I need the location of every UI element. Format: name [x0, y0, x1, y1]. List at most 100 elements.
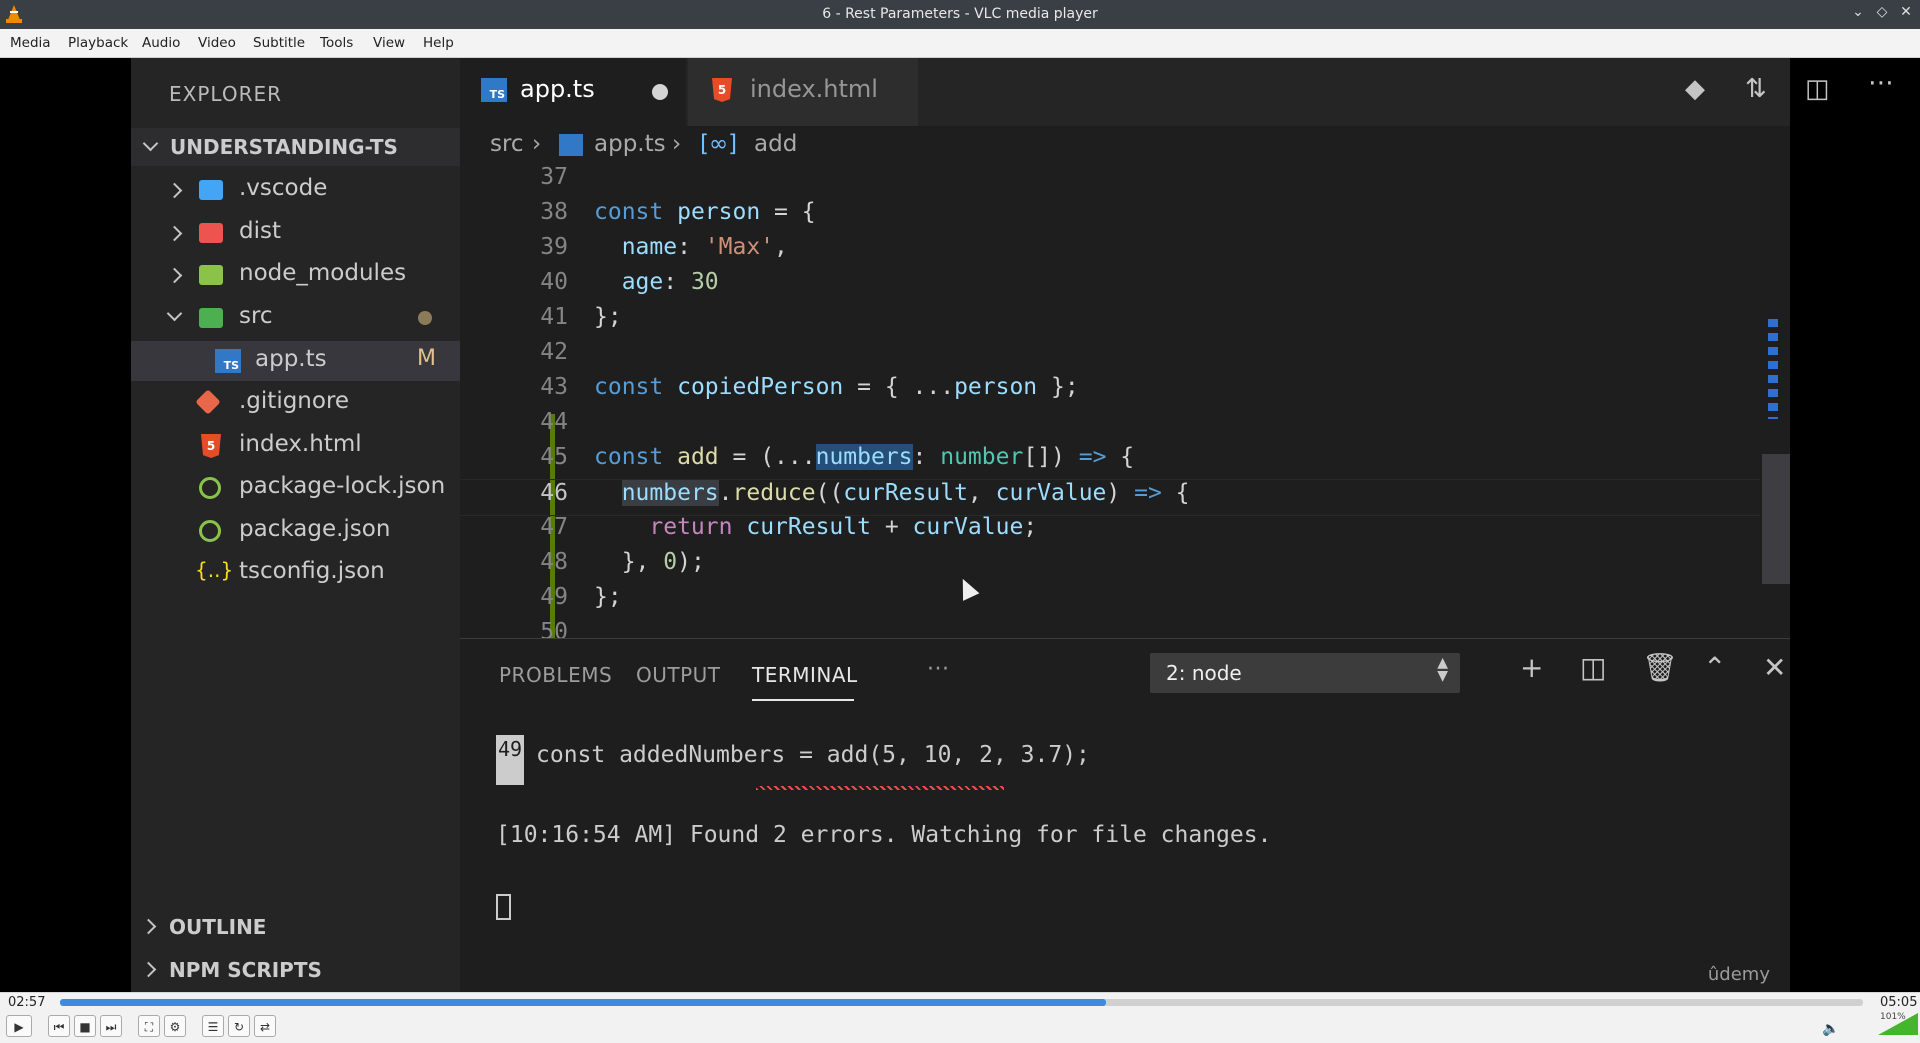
stop-button[interactable]: ■ — [74, 1015, 96, 1037]
play-button[interactable]: ▶ — [6, 1015, 32, 1037]
tree-item-dist: dist — [131, 213, 460, 253]
tree-item-label: package-lock.json — [239, 473, 446, 499]
vscode-folder-icon — [199, 180, 223, 200]
tree-item-label: .gitignore — [239, 388, 350, 414]
node-folder-icon — [199, 265, 223, 285]
editor-tabs: TS app.ts 5 index.html ◆ ⇅ ◫ ⋯ — [460, 58, 1894, 126]
explorer-header: EXPLORER — [169, 82, 282, 106]
git-compare-icon: ◆ — [1685, 74, 1705, 104]
menu-media[interactable]: Media — [10, 35, 51, 51]
tree-item-label: dist — [239, 218, 281, 244]
menu-help[interactable]: Help — [423, 35, 454, 51]
terminal-line-number: 49 — [496, 735, 524, 785]
tree-item-tsconfig: {..} tsconfig.json — [131, 553, 460, 593]
code-line: 41}; — [540, 304, 622, 330]
breadcrumb-file: app.ts — [594, 131, 666, 157]
split-terminal-icon: ◫ — [1580, 651, 1607, 684]
code-line: 42 — [540, 339, 568, 365]
window-title: 6 - Rest Parameters - VLC media player — [822, 6, 1098, 22]
tab-label: index.html — [750, 75, 878, 103]
error-squiggle — [756, 786, 1004, 790]
json-braces-icon: {..} — [195, 558, 234, 582]
minimap-highlight — [1768, 319, 1778, 419]
code-line-current: 46 numbers.reduce((curResult, curValue) … — [460, 479, 1760, 516]
tab-app-ts: TS app.ts — [460, 58, 686, 126]
symbol-variable-icon: [∞] — [700, 131, 738, 157]
tab-label: app.ts — [520, 75, 595, 103]
updown-arrows-icon: ▲ ▼ — [1437, 655, 1448, 684]
chevron-right-icon — [140, 961, 157, 978]
editor-scrollbar[interactable] — [1762, 454, 1790, 584]
npm-json-icon — [199, 477, 221, 499]
tree-item-label: src — [239, 303, 273, 329]
terminal-cursor — [496, 894, 511, 920]
new-terminal-icon: + — [1520, 651, 1544, 684]
seek-bar[interactable] — [60, 999, 1863, 1006]
menu-playback[interactable]: Playback — [68, 35, 128, 51]
unsaved-dot-icon — [652, 84, 668, 100]
video-area[interactable]: EXPLORER UNDERSTANDING-TS .vscode dist n… — [0, 58, 1920, 992]
speaker-icon[interactable]: 🔈 — [1822, 1021, 1839, 1037]
terminal-code-line: const addedNumbers = add(5, 10, 2, 3.7); — [536, 742, 1090, 768]
code-line: 45 const add = (...numbers: number[]) => … — [540, 444, 1135, 470]
tree-item-label: package.json — [239, 516, 391, 542]
more-tabs-icon: ··· — [927, 657, 950, 682]
active-tab-underline — [752, 699, 854, 701]
tree-item-src: src — [131, 298, 460, 338]
close-window-icon[interactable]: ✕ — [1896, 4, 1916, 20]
split-editor-icon: ◫ — [1805, 74, 1830, 104]
shuffle-button[interactable]: ⇄ — [254, 1015, 276, 1037]
code-line: 37 — [540, 164, 568, 190]
menu-video[interactable]: Video — [198, 35, 236, 51]
dist-folder-icon — [199, 223, 223, 243]
elapsed-time: 02:57 — [8, 995, 46, 1010]
more-actions-icon: ⋯ — [1868, 68, 1894, 98]
chevron-right-icon — [166, 267, 183, 284]
vscode-window: EXPLORER UNDERSTANDING-TS .vscode dist n… — [131, 58, 1894, 992]
tree-item-app-ts: TS app.ts M — [131, 341, 460, 381]
code-editor[interactable]: 37 38 const person = { 39 name: 'Max', 40… — [460, 164, 1790, 638]
breadcrumb-src: src — [490, 131, 524, 157]
typescript-file-icon — [559, 134, 583, 156]
playlist-button[interactable]: ☰ — [202, 1015, 224, 1037]
loop-button[interactable]: ↻ — [228, 1015, 250, 1037]
extended-settings-button[interactable]: ⚙ — [164, 1015, 186, 1037]
code-line: 48 }, 0); — [540, 549, 705, 575]
tree-item-label: index.html — [239, 431, 362, 457]
tree-item-label: .vscode — [239, 175, 328, 201]
tree-item-package-lock: package-lock.json — [131, 468, 460, 508]
trash-icon: 🗑 — [1642, 651, 1678, 684]
tree-item-label: node_modules — [239, 260, 407, 286]
git-icon — [195, 389, 221, 415]
code-line: 40 age: 30 — [540, 269, 719, 295]
terminal-select-value: 2: node — [1166, 661, 1242, 685]
src-folder-icon — [199, 308, 223, 328]
code-line: 50 — [540, 619, 568, 638]
explorer-sidebar: EXPLORER UNDERSTANDING-TS .vscode dist n… — [131, 58, 460, 992]
npm-json-icon — [199, 520, 221, 542]
minimize-icon[interactable]: ⌄ — [1848, 4, 1868, 20]
terminal-status-line: [10:16:54 AM] Found 2 errors. Watching f… — [496, 822, 1272, 848]
tree-item-gitignore: .gitignore — [131, 383, 460, 423]
close-panel-icon: ✕ — [1763, 651, 1787, 684]
terminal-output[interactable]: 49 const addedNumbers = add(5, 10, 2, 3.… — [460, 639, 1790, 992]
explorer-root: UNDERSTANDING-TS — [131, 128, 460, 166]
maximize-icon[interactable]: ◇ — [1872, 4, 1892, 20]
previous-button[interactable]: ⏮ — [48, 1015, 70, 1037]
fullscreen-button[interactable]: ⛶ — [138, 1015, 160, 1037]
typescript-file-icon: TS — [215, 349, 241, 373]
chevron-right-icon — [166, 225, 183, 242]
chevron-down-icon — [142, 135, 159, 152]
section-label: OUTLINE — [169, 915, 267, 939]
menu-audio[interactable]: Audio — [142, 35, 180, 51]
menu-tools[interactable]: Tools — [320, 35, 353, 51]
menu-subtitle[interactable]: Subtitle — [253, 35, 305, 51]
tree-item-label: app.ts — [255, 346, 327, 372]
maximize-panel-icon: ⌃ — [1703, 651, 1727, 684]
code-line: 43 const copiedPerson = { ...person }; — [540, 374, 1079, 400]
next-button[interactable]: ⏭ — [100, 1015, 122, 1037]
bottom-panel: 49 const addedNumbers = add(5, 10, 2, 3.… — [460, 638, 1790, 992]
tab-index-html: 5 index.html — [688, 58, 918, 126]
menu-view[interactable]: View — [373, 35, 405, 51]
code-line: 39 name: 'Max', — [540, 234, 788, 260]
